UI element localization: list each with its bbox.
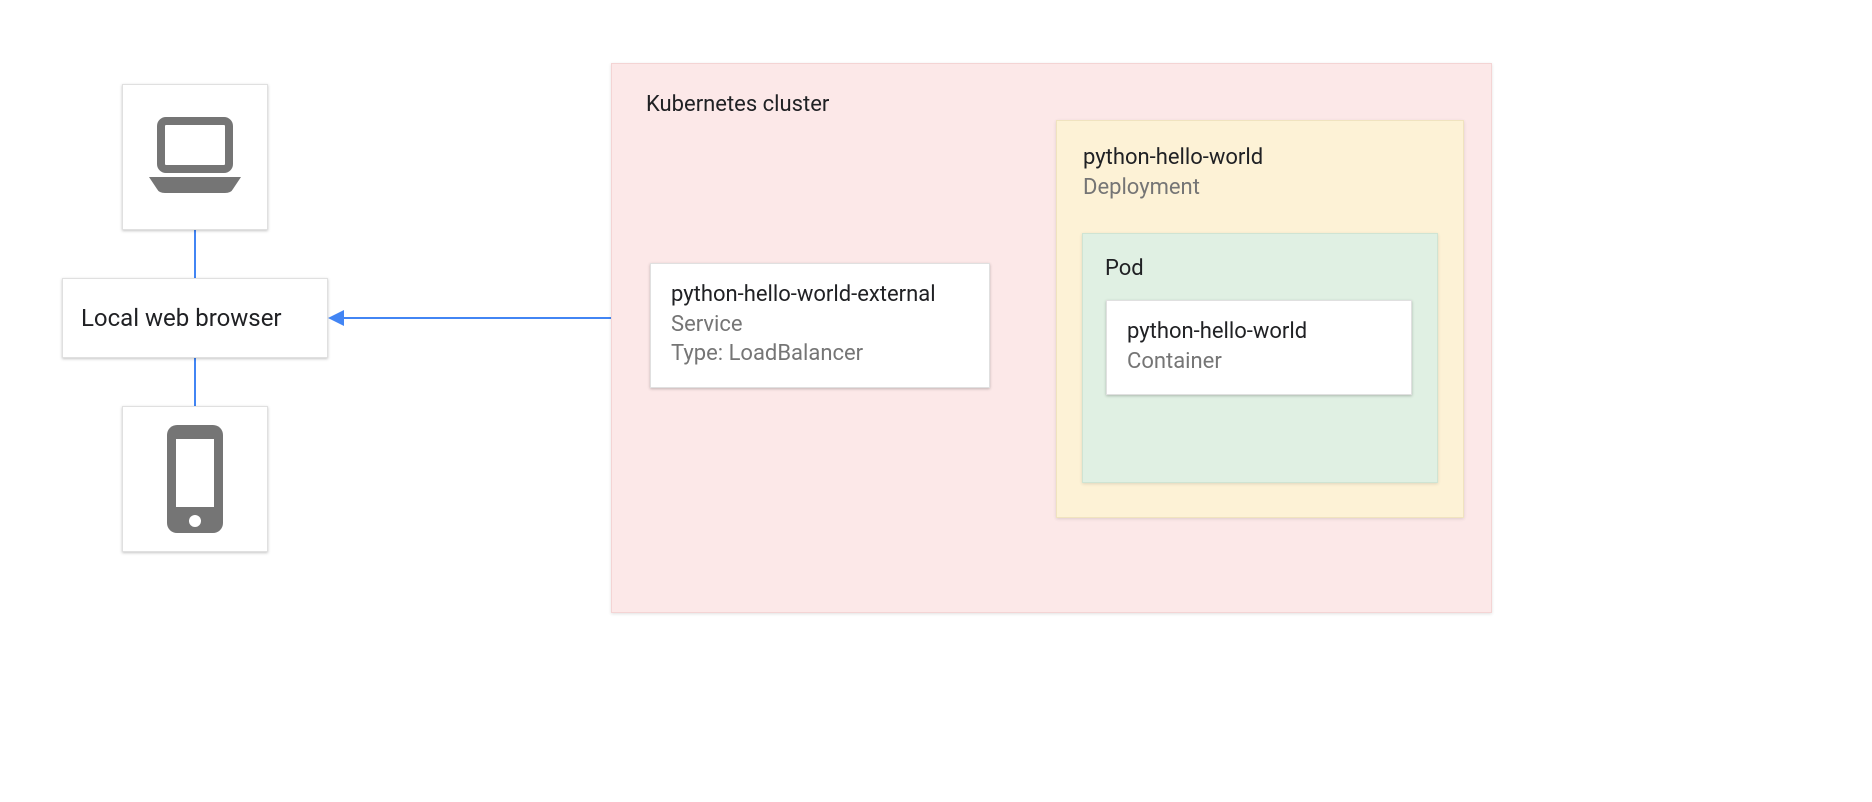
container-card: python-hello-world Container (1106, 300, 1412, 395)
local-web-browser-card: Local web browser (62, 278, 328, 358)
laptop-device-tile (122, 84, 268, 230)
service-type: Type: LoadBalancer (671, 339, 969, 369)
container-kind: Container (1127, 347, 1391, 377)
deployment-name: python-hello-world (1083, 143, 1437, 173)
laptop-icon (147, 117, 243, 197)
cluster-title: Kubernetes cluster (646, 90, 1457, 120)
local-web-browser-label: Local web browser (81, 304, 282, 332)
smartphone-icon (163, 423, 227, 535)
service-kind: Service (671, 310, 969, 340)
diagram-stage: Local web browser Kubernetes cluster pyt… (0, 0, 1872, 802)
phone-device-tile (122, 406, 268, 552)
container-name: python-hello-world (1127, 317, 1391, 347)
deployment-kind: Deployment (1083, 173, 1437, 203)
service-card: python-hello-world-external Service Type… (650, 263, 990, 388)
service-name: python-hello-world-external (671, 280, 969, 310)
pod-title: Pod (1105, 254, 1415, 284)
arrowhead-left-browser (328, 310, 344, 326)
